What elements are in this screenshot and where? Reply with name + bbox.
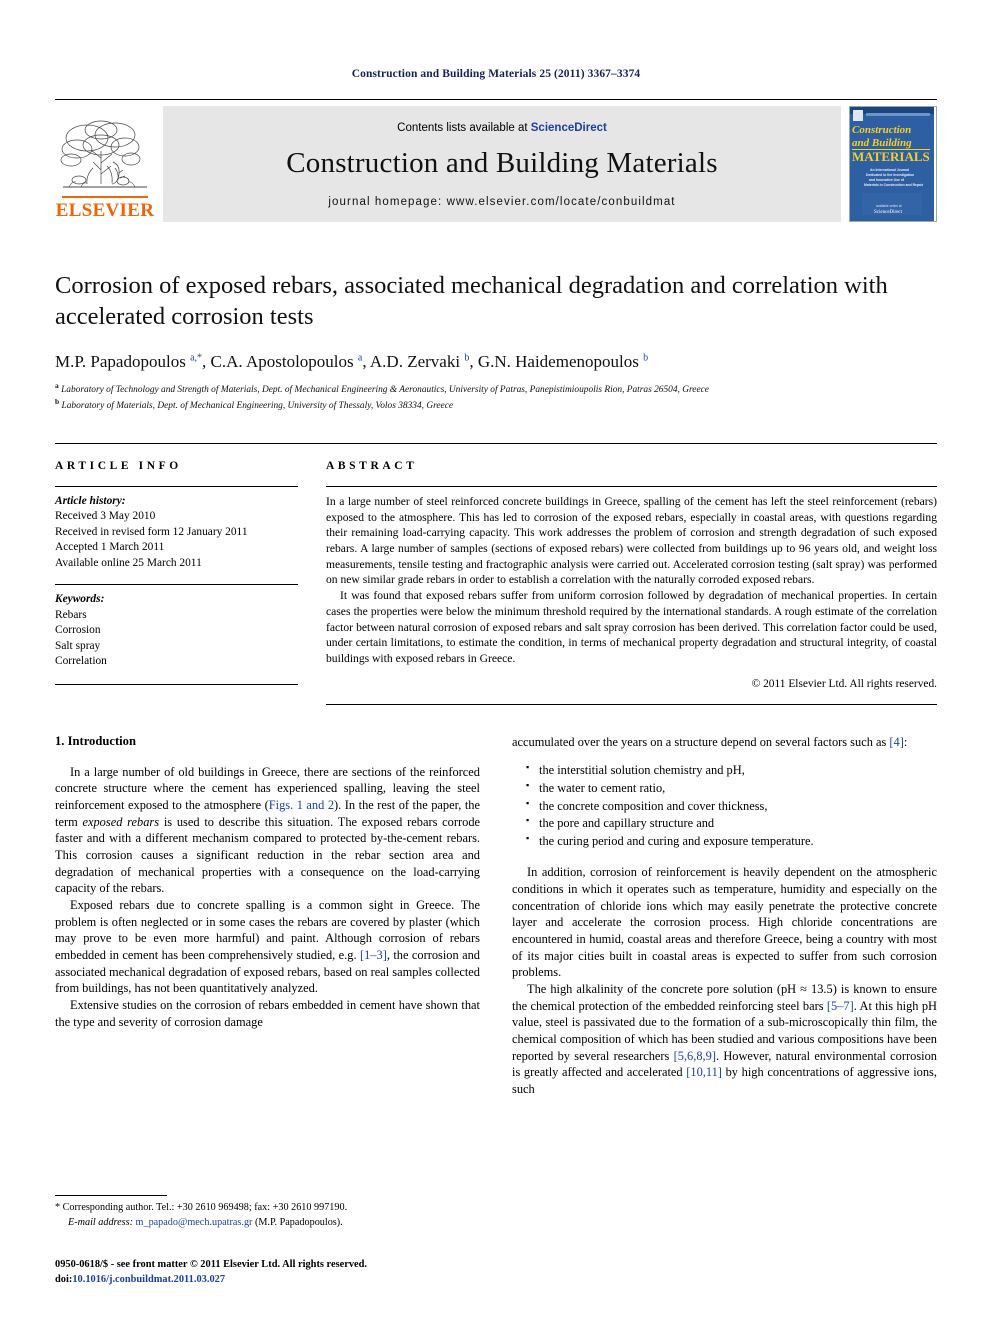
- article-history-label: Article history:: [55, 494, 126, 507]
- paragraph-text: accumulated over the years on a structur…: [512, 734, 890, 749]
- svg-text:ScienceDirect: ScienceDirect: [874, 210, 903, 215]
- email-owner: (M.P. Papadopoulos).: [254, 1217, 343, 1229]
- body-paragraph: Extensive studies on the corrosion of re…: [55, 998, 480, 1029]
- paper-page: Construction and Building Materials 25 (…: [0, 0, 992, 1323]
- history-item: Accepted 1 March 2011: [55, 541, 165, 554]
- page-title: Corrosion of exposed rebars, associated …: [55, 272, 888, 331]
- article-history: Article history: Received 3 May 2010 Rec…: [55, 494, 298, 572]
- history-item: Received in revised form 12 January 2011: [55, 525, 248, 538]
- body-left-column: 1. Introduction In a large number of old…: [55, 734, 480, 1098]
- footnote-marker: *: [55, 1202, 61, 1214]
- author-list: M.P. Papadopoulos a,*, C.A. Apostolopoul…: [55, 351, 649, 371]
- svg-text:available online at: available online at: [876, 204, 902, 208]
- list-item: the curing period and curing and exposur…: [526, 832, 937, 851]
- article-info-heading: ARTICLE INFO: [55, 459, 182, 472]
- elsevier-rule: [62, 196, 148, 198]
- svg-text:and Building: and Building: [852, 137, 912, 149]
- svg-text:and Innovative Use of: and Innovative Use of: [869, 178, 905, 182]
- list-item: the water to cement ratio,: [526, 779, 937, 798]
- citation-link[interactable]: [5,6,8,9]: [674, 1049, 716, 1063]
- elsevier-tree-icon: [60, 121, 147, 188]
- journal-cover-thumbnail: Construction and Building MATERIALS An I…: [849, 106, 937, 222]
- svg-text:An International Journal: An International Journal: [870, 168, 909, 172]
- svg-text:Construction: Construction: [852, 124, 911, 136]
- affiliation-a-text: Laboratory of Technology and Strength of…: [61, 384, 709, 395]
- email-label: E-mail address:: [68, 1217, 133, 1229]
- body-columns: 1. Introduction In a large number of old…: [55, 734, 937, 1098]
- body-paragraph: The high alkalinity of the concrete pore…: [512, 981, 937, 1098]
- svg-text:Dedicated to the Investigation: Dedicated to the Investigation: [866, 173, 914, 177]
- issn-line: 0950-0618/$ - see front matter © 2011 El…: [55, 1259, 368, 1271]
- body-paragraph: In addition, corrosion of reinforcement …: [512, 865, 937, 980]
- keywords-label: Keywords:: [55, 593, 105, 606]
- info-divider-mid: [55, 584, 298, 586]
- footnote-divider: [55, 1195, 167, 1197]
- masthead-center: Contents lists available at ScienceDirec…: [163, 106, 841, 222]
- body-paragraph: Exposed rebars due to concrete spalling …: [55, 897, 480, 997]
- footnote-text: * Corresponding author. Tel.: +30 2610 9…: [55, 1201, 480, 1231]
- doi-label: doi:: [55, 1274, 73, 1286]
- running-head: Construction and Building Materials 25 (…: [351, 68, 641, 80]
- contents-prefix: Contents lists available at: [397, 122, 531, 134]
- paragraph-text: :: [903, 734, 908, 749]
- history-item: Available online 25 March 2011: [55, 556, 202, 569]
- journal-title: Construction and Building Materials: [286, 147, 718, 179]
- footnote-line1: Corresponding author. Tel.: +30 2610 969…: [62, 1202, 348, 1214]
- keywords-block: Keywords: Rebars Corrosion Salt spray Co…: [55, 592, 298, 670]
- keyword-item: Correlation: [55, 655, 107, 668]
- abstract-paragraph: It was found that exposed rebars suffer …: [326, 589, 937, 665]
- sciencedirect-link[interactable]: ScienceDirect: [531, 122, 607, 134]
- section-heading-introduction: 1. Introduction: [55, 733, 136, 748]
- corresponding-author-footnote: * Corresponding author. Tel.: +30 2610 9…: [55, 1195, 480, 1231]
- journal-masthead: ELSEVIER Contents lists available at Sci…: [55, 99, 937, 222]
- article-info-column: ARTICLE INFO Article history: Received 3…: [55, 460, 298, 705]
- page-footer: 0950-0618/$ - see front matter © 2011 El…: [55, 1258, 615, 1288]
- info-divider-top: [55, 485, 298, 487]
- doi-link[interactable]: 10.1016/j.conbuildmat.2011.03.027: [72, 1274, 225, 1285]
- citation-link[interactable]: [10,11]: [686, 1065, 722, 1079]
- abstract-heading: ABSTRACT: [326, 459, 418, 472]
- journal-homepage-link[interactable]: journal homepage: www.elsevier.com/locat…: [328, 196, 675, 208]
- body-right-column: accumulated over the years on a structur…: [512, 734, 937, 1098]
- citation-link[interactable]: [5–7]: [827, 999, 854, 1013]
- info-divider-bottom: [55, 683, 298, 685]
- body-paragraph: In a large number of old buildings in Gr…: [55, 764, 480, 897]
- list-item: the pore and capillary structure and: [526, 814, 937, 833]
- abstract-divider-bottom: [326, 703, 937, 705]
- elsevier-logo: ELSEVIER: [55, 106, 155, 222]
- copyright-line: © 2011 Elsevier Ltd. All rights reserved…: [751, 677, 937, 690]
- citation-link[interactable]: [4]: [889, 735, 903, 749]
- abstract-divider-top: [326, 485, 937, 487]
- history-item: Received 3 May 2010: [55, 510, 156, 523]
- affiliation-a: a Laboratory of Technology and Strength …: [55, 380, 709, 395]
- contents-list-line: Contents lists available at ScienceDirec…: [397, 122, 607, 134]
- citation-link[interactable]: [1–3]: [360, 948, 387, 962]
- list-item: the interstitial solution chemistry and …: [526, 761, 937, 780]
- info-abstract-section: ARTICLE INFO Article history: Received 3…: [55, 442, 937, 705]
- abstract-paragraph: In a large number of steel reinforced co…: [326, 494, 937, 587]
- elsevier-wordmark: ELSEVIER: [55, 200, 155, 221]
- svg-text:MATERIALS: MATERIALS: [852, 149, 930, 164]
- factors-list: the interstitial solution chemistry and …: [512, 761, 937, 851]
- body-paragraph: accumulated over the years on a structur…: [512, 734, 937, 751]
- keyword-item: Corrosion: [55, 624, 101, 637]
- affiliations: a Laboratory of Technology and Strength …: [55, 381, 937, 413]
- abstract-body: In a large number of steel reinforced co…: [326, 494, 937, 667]
- svg-text:Materials in Construction and: Materials in Construction and Repair: [864, 183, 924, 187]
- journal-cover-image: Construction and Building MATERIALS An I…: [850, 107, 934, 221]
- figure-reference-link[interactable]: Figs. 1 and 2: [269, 798, 334, 812]
- affiliation-b-text: Laboratory of Materials, Dept. of Mechan…: [61, 400, 454, 411]
- list-item: the concrete composition and cover thick…: [526, 797, 937, 816]
- email-link[interactable]: m_papado@mech.upatras.gr: [136, 1217, 253, 1228]
- keyword-item: Rebars: [55, 608, 87, 621]
- keyword-item: Salt spray: [55, 639, 101, 652]
- affiliation-b: b Laboratory of Materials, Dept. of Mech…: [55, 396, 454, 411]
- abstract-column: ABSTRACT In a large number of steel rein…: [326, 460, 937, 705]
- doi-line: doi:10.1016/j.conbuildmat.2011.03.027: [55, 1273, 615, 1288]
- title-block: Corrosion of exposed rebars, associated …: [55, 270, 937, 413]
- emphasized-term: exposed rebars: [82, 814, 160, 829]
